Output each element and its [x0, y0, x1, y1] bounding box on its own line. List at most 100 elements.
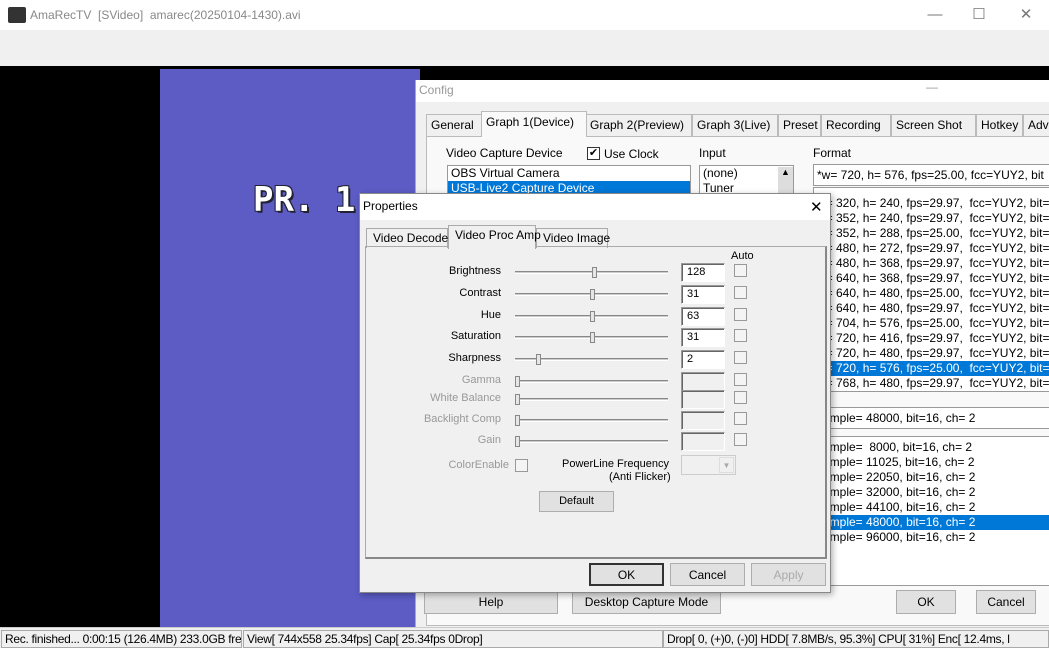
audio-format-list-item[interactable]: sample= 8000, bit=16, ch= 2: [814, 440, 1049, 455]
chevron-down-icon: ▼: [719, 457, 734, 473]
tab-video-image[interactable]: Video Image: [536, 228, 610, 248]
tab-graph-2-preview-[interactable]: Graph 2(Preview): [585, 114, 692, 136]
tab-screen-shot[interactable]: Screen Shot: [891, 114, 976, 136]
tab-adva[interactable]: Adva: [1023, 114, 1049, 136]
gain-label: Gain: [477, 434, 501, 446]
config-ok-button[interactable]: OK: [896, 590, 956, 614]
tab-general[interactable]: General: [426, 114, 483, 136]
white-balance-label: White Balance: [430, 392, 501, 404]
format-list-item[interactable]: w= 720, h= 480, fps=29.97, fcc=YUY2, bit…: [814, 346, 1049, 361]
close-button[interactable]: ✕: [1003, 0, 1049, 30]
format-list-item[interactable]: w= 720, h= 416, fps=29.97, fcc=YUY2, bit…: [814, 331, 1049, 346]
gain-auto-checkbox[interactable]: [734, 433, 747, 446]
saturation-auto-checkbox[interactable]: [734, 329, 747, 342]
config-titlebar: Config: [416, 80, 1049, 102]
audio-format-list[interactable]: sample= 8000, bit=16, ch= 2 sample= 11025…: [813, 436, 1049, 586]
white-balance-slider-track[interactable]: [515, 398, 668, 401]
gamma-value-field[interactable]: [681, 372, 725, 391]
format-list-item[interactable]: w= 720, h= 576, fps=25.00, fcc=YUY2, bit…: [814, 361, 1049, 376]
brightness-auto-checkbox[interactable]: [734, 264, 747, 277]
hue-auto-checkbox[interactable]: [734, 308, 747, 321]
hue-label: Hue: [480, 309, 501, 321]
gamma-auto-checkbox[interactable]: [734, 373, 747, 386]
saturation-label: Saturation: [450, 330, 501, 342]
hue-slider-thumb[interactable]: [590, 311, 595, 322]
use-clock-checkbox[interactable]: ✔: [587, 147, 600, 160]
maximize-button[interactable]: ☐: [956, 0, 1002, 30]
audio-format-list-item[interactable]: sample= 32000, bit=16, ch= 2: [814, 485, 1049, 500]
format-list-item[interactable]: w= 352, h= 240, fps=29.97, fcc=YUY2, bit…: [814, 211, 1049, 226]
color-enable-checkbox[interactable]: [515, 459, 528, 472]
gain-slider-track[interactable]: [515, 440, 668, 443]
brightness-slider-thumb[interactable]: [591, 267, 597, 278]
help-button[interactable]: Help: [424, 590, 558, 614]
audio-format-list-item[interactable]: sample= 44100, bit=16, ch= 2: [814, 500, 1049, 515]
format-list-item[interactable]: w= 352, h= 288, fps=25.00, fcc=YUY2, bit…: [814, 226, 1049, 241]
properties-ok-button[interactable]: OK: [589, 563, 664, 586]
audio-format-list-item[interactable]: sample= 22050, bit=16, ch= 2: [814, 470, 1049, 485]
minimize-button[interactable]: —: [912, 0, 958, 30]
tab-preset[interactable]: Preset: [778, 114, 821, 136]
brightness-value-field[interactable]: 128: [681, 263, 725, 282]
config-minimize-button[interactable]: —: [926, 80, 938, 94]
audio-format-combobox[interactable]: sample= 48000, bit=16, ch= 2: [813, 407, 1049, 429]
sharpness-slider-thumb[interactable]: [536, 354, 541, 365]
format-list-item[interactable]: w= 640, h= 480, fps=29.97, fcc=YUY2, bit…: [814, 301, 1049, 316]
format-list-item[interactable]: w= 640, h= 368, fps=29.97, fcc=YUY2, bit…: [814, 271, 1049, 286]
gain-slider-thumb[interactable]: [515, 436, 520, 447]
contrast-value-field[interactable]: 31: [681, 285, 725, 304]
gamma-slider-thumb[interactable]: [515, 376, 520, 387]
gain-value-field[interactable]: [681, 432, 725, 451]
config-title: Config: [419, 83, 454, 97]
contrast-slider-thumb[interactable]: [590, 289, 595, 300]
white-balance-auto-checkbox[interactable]: [734, 391, 747, 404]
white-balance-slider-thumb[interactable]: [515, 394, 520, 405]
input-label: Input: [699, 146, 726, 160]
sharpness-value-field[interactable]: 2: [681, 350, 725, 369]
device-list-item[interactable]: OBS Virtual Camera: [448, 166, 690, 181]
contrast-label: Contrast: [459, 287, 501, 299]
audio-format-list-item[interactable]: sample= 48000, bit=16, ch= 2: [814, 515, 1049, 530]
properties-cancel-button[interactable]: Cancel: [670, 563, 745, 586]
format-list-item[interactable]: w= 704, h= 576, fps=25.00, fcc=YUY2, bit…: [814, 316, 1049, 331]
audio-format-list-item[interactable]: sample= 96000, bit=16, ch= 2: [814, 530, 1049, 545]
properties-close-button[interactable]: ✕: [810, 198, 823, 216]
format-list[interactable]: w= 320, h= 240, fps=29.97, fcc=YUY2, bit…: [813, 187, 1049, 392]
white-balance-value-field[interactable]: [681, 390, 725, 409]
tab-hotkey[interactable]: Hotkey: [976, 114, 1023, 136]
format-list-item[interactable]: w= 480, h= 368, fps=29.97, fcc=YUY2, bit…: [814, 256, 1049, 271]
backlight-comp-slider-thumb[interactable]: [515, 415, 520, 426]
tab-graph-3-live-[interactable]: Graph 3(Live): [692, 114, 778, 136]
format-list-item[interactable]: w= 640, h= 480, fps=25.00, fcc=YUY2, bit…: [814, 286, 1049, 301]
backlight-comp-value-field[interactable]: [681, 411, 725, 430]
config-cancel-button[interactable]: Cancel: [976, 590, 1036, 614]
desktop-capture-mode-button[interactable]: Desktop Capture Mode: [572, 590, 721, 614]
powerline-frequency-dropdown[interactable]: ▼: [681, 455, 736, 475]
format-list-item[interactable]: w= 320, h= 240, fps=29.97, fcc=YUY2, bit…: [814, 196, 1049, 211]
gamma-slider-track[interactable]: [515, 380, 668, 383]
contrast-auto-checkbox[interactable]: [734, 286, 747, 299]
tab-recording[interactable]: Recording: [821, 114, 891, 136]
properties-title: Properties: [363, 199, 418, 213]
auto-label: Auto: [731, 250, 754, 262]
backlight-comp-label: Backlight Comp: [423, 413, 501, 425]
gamma-label: Gamma: [461, 374, 501, 386]
audio-format-list-item[interactable]: sample= 11025, bit=16, ch= 2: [814, 455, 1049, 470]
color-enable-label: ColorEnable: [448, 459, 509, 471]
saturation-value-field[interactable]: 31: [681, 328, 725, 347]
tab-video-proc-amp[interactable]: Video Proc Amp: [448, 225, 541, 249]
hue-value-field[interactable]: 63: [681, 307, 725, 326]
format-combobox[interactable]: *w= 720, h= 576, fps=25.00, fcc=YUY2, bi…: [813, 164, 1049, 186]
format-label: Format: [813, 146, 852, 160]
backlight-comp-slider-track[interactable]: [515, 419, 668, 422]
properties-apply-button[interactable]: Apply: [751, 563, 826, 586]
sharpness-auto-checkbox[interactable]: [734, 351, 747, 364]
tab-video-decoder[interactable]: Video Decoder: [366, 228, 452, 248]
backlight-comp-auto-checkbox[interactable]: [734, 412, 747, 425]
default-button[interactable]: Default: [539, 491, 614, 512]
tab-graph-1-device-[interactable]: Graph 1(Device): [481, 111, 587, 137]
toolbar: ♫: [0, 30, 1049, 92]
format-list-item[interactable]: w= 480, h= 272, fps=29.97, fcc=YUY2, bit…: [814, 241, 1049, 256]
format-list-item[interactable]: w= 768, h= 480, fps=29.97, fcc=YUY2, bit…: [814, 376, 1049, 391]
saturation-slider-thumb[interactable]: [590, 332, 595, 343]
